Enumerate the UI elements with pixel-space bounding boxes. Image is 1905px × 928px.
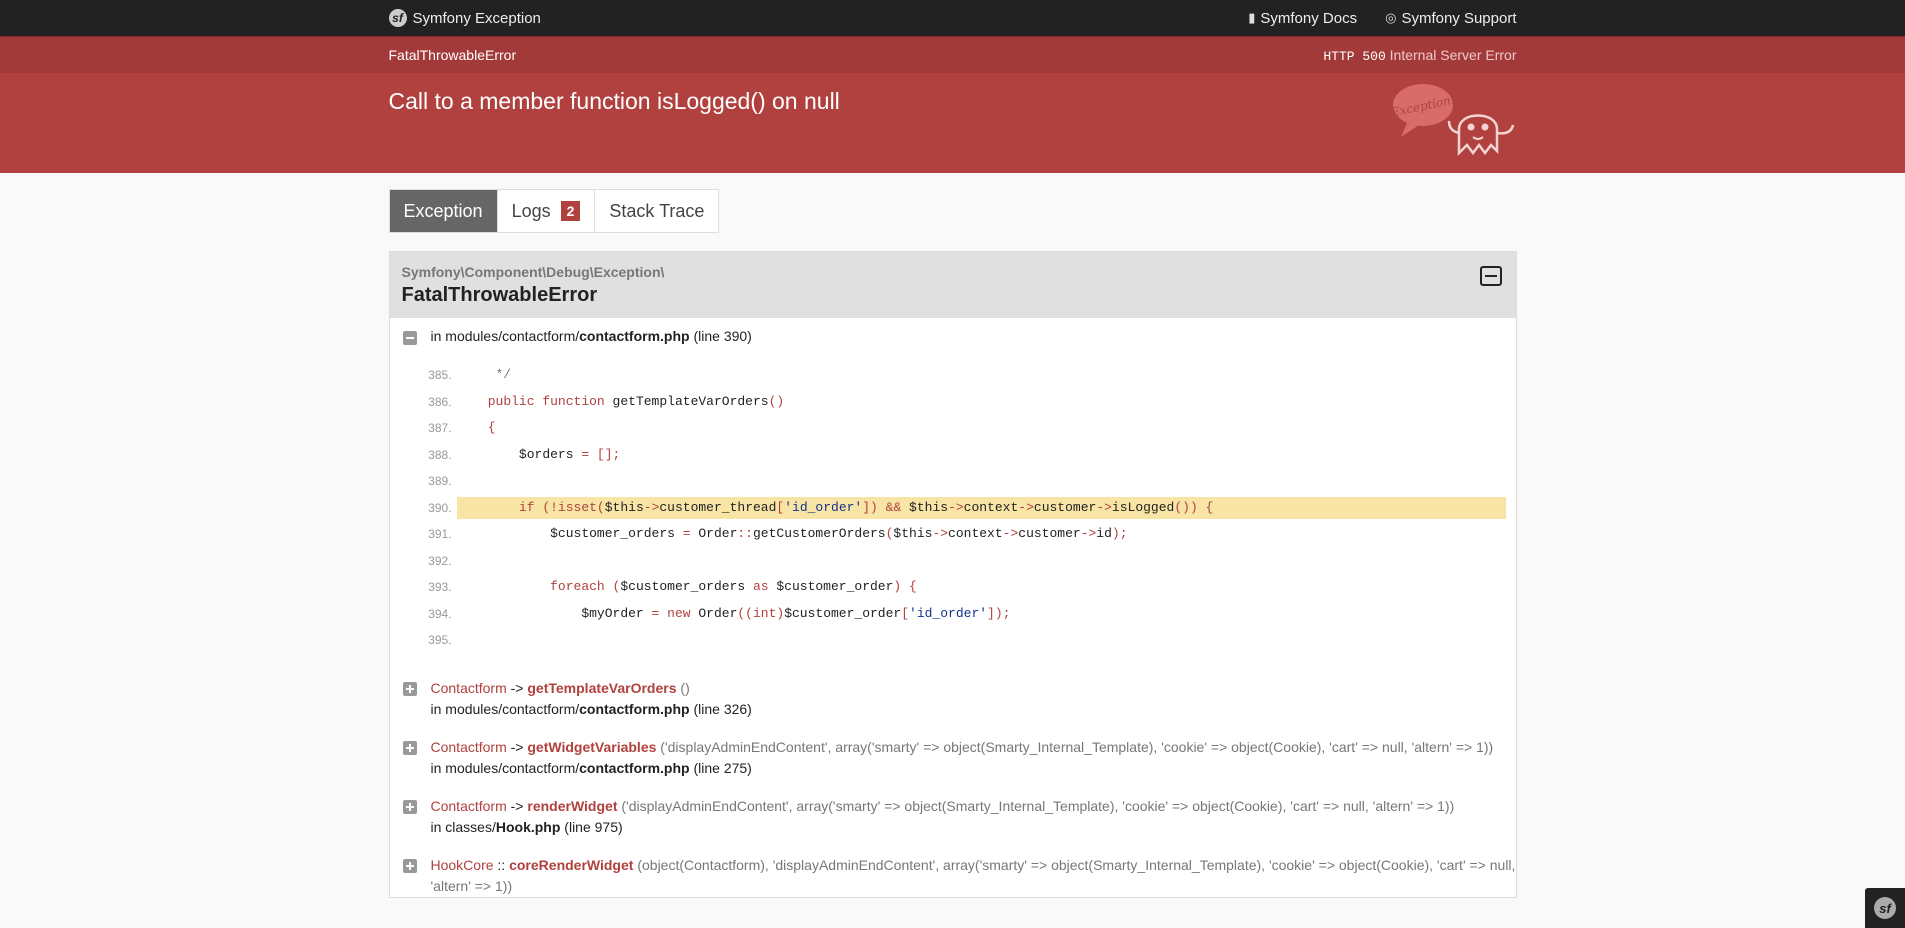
http-status-text: Internal Server Error [1389,46,1517,63]
collapse-panel-icon[interactable] [1479,266,1502,286]
frame-args: ('displayAdminEndContent', array('smarty… [621,797,1455,814]
ghost-mascot-icon: Exception! [1392,84,1514,157]
tab-logs-label: Logs [511,200,551,221]
frame-function[interactable]: coreRenderWidget [509,857,633,873]
lifebuoy-icon: ◎ [1385,10,1397,25]
top-links: ▮ Symfony Docs ◎ Symfony Support [1248,10,1516,27]
frame-path: in modules/contactform/ [430,328,580,344]
code-line: 386. public function getTemplateVarOrder… [390,389,1516,416]
http-status: HTTP 500 Internal Server Error [1323,47,1516,64]
code-excerpt: 385. */ 386. public function getTemplate… [390,362,1516,654]
symfony-support-link[interactable]: ◎ Symfony Support [1385,10,1516,27]
trace-frame: Contactform -> getWidgetVariables ('disp… [390,737,1516,779]
code-line: 391. $customer_orders = Order::getCustom… [390,521,1516,548]
exception-class-label: FatalThrowableError [388,47,517,63]
frame-operator: :: [497,856,506,873]
trace-frame: HookCore :: coreRenderWidget (object(Con… [390,855,1516,897]
code-line: 388. $orders = []; [390,442,1516,469]
frame-class: Contactform [430,738,507,755]
code-line: 385. */ [390,362,1516,389]
tab-logs[interactable]: Logs 2 [498,190,596,232]
frame-class: Contactform [430,797,507,814]
frame-line: (line 975) [564,818,623,835]
tab-exception-label: Exception [403,200,483,221]
frame-function[interactable]: renderWidget [527,798,617,814]
frame-file: Hook.php [495,818,561,835]
top-navbar: sf Symfony Exception ▮ Symfony Docs ◎ Sy… [0,0,1905,36]
line-number: 391. [428,527,452,542]
trace-frame: Contactform -> renderWidget ('displayAdm… [390,796,1516,838]
line-number: 395. [428,633,452,648]
line-number: 392. [428,553,452,568]
exception-namespace: Symfony\Component\Debug\Exception\ [401,264,665,280]
trace-frame-current: in modules/contactform/contactform.php (… [390,318,1516,345]
line-number: 388. [428,447,452,462]
frame-args: () [680,679,690,696]
tab-stack-trace[interactable]: Stack Trace [595,190,718,232]
frame-location: in modules/contactform/contactform.php (… [431,328,1516,344]
frame-function[interactable]: getWidgetVariables [527,739,656,755]
frame-path: in classes/ [430,818,496,835]
line-number: 390. [428,500,452,515]
frame-line: (line 326) [693,700,752,717]
code-line-highlighted: 390. if (!isset($this->customer_thread['… [390,495,1516,522]
trace-frame: Contactform -> getTemplateVarOrders () i… [390,678,1516,720]
brand-title: Symfony Exception [412,9,541,27]
line-number: 387. [428,421,452,436]
code-line: 394. $myOrder = new Order((int)$customer… [390,601,1516,628]
collapse-frame-icon[interactable] [402,331,417,345]
brand[interactable]: sf Symfony Exception [388,9,541,27]
frame-path: in modules/contactform/ [430,759,580,776]
tab-stack-trace-label: Stack Trace [609,200,705,221]
code-line: 387. { [390,415,1516,442]
symfony-toolbar-toggle[interactable]: sf [1865,888,1905,928]
line-number: 393. [428,580,452,595]
symfony-support-label: Symfony Support [1401,9,1517,27]
code-line: 395. [390,627,1516,654]
line-number: 394. [428,606,452,621]
frame-operator: -> [510,797,524,814]
frame-file: contactform.php [579,700,690,717]
frame-file: contactform.php [579,759,690,776]
code-line: 389. [390,468,1516,495]
expand-frame-icon[interactable] [402,681,417,696]
line-number: 389. [428,474,452,489]
code-line: 393. foreach ($customer_orders as $custo… [390,574,1516,601]
expand-frame-icon[interactable] [402,799,417,814]
line-number: 386. [428,394,452,409]
tab-bar: Exception Logs 2 Stack Trace [388,189,720,233]
frame-function[interactable]: getTemplateVarOrders [527,680,676,696]
logs-count-badge: 2 [560,201,581,221]
tab-exception[interactable]: Exception [389,190,498,232]
exception-panel: Symfony\Component\Debug\Exception\ Fatal… [388,251,1517,898]
exception-panel-header: Symfony\Component\Debug\Exception\ Fatal… [389,252,1516,318]
stack-frames: Contactform -> getTemplateVarOrders () i… [390,678,1516,897]
symfony-docs-link[interactable]: ▮ Symfony Docs [1248,10,1357,27]
symfony-docs-label: Symfony Docs [1260,9,1358,27]
expand-frame-icon[interactable] [402,740,417,755]
frame-args: ('displayAdminEndContent', array('smarty… [660,738,1494,755]
exception-classname: FatalThrowableError [401,284,598,306]
status-bar: FatalThrowableError HTTP 500 Internal Se… [0,36,1905,73]
frame-operator: -> [510,738,524,755]
code-line: 392. [390,548,1516,575]
frame-class: Contactform [430,679,507,696]
expand-frame-icon[interactable] [402,858,417,873]
frame-path: in modules/contactform/ [430,700,580,717]
symfony-logo-icon: sf [1874,897,1896,919]
exception-header: Call to a member function isLogged() on … [0,73,1905,173]
frame-line: (line 390) [693,328,752,344]
frame-line: (line 275) [693,759,752,776]
frame-file: contactform.php [579,328,690,344]
symfony-logo-icon: sf [388,9,407,27]
line-number: 385. [428,368,452,383]
http-code: HTTP 500 [1323,48,1386,64]
exception-message: Call to a member function isLogged() on … [388,88,840,114]
frame-operator: -> [510,679,524,696]
book-icon: ▮ [1248,10,1256,25]
frame-class: HookCore [430,856,494,873]
